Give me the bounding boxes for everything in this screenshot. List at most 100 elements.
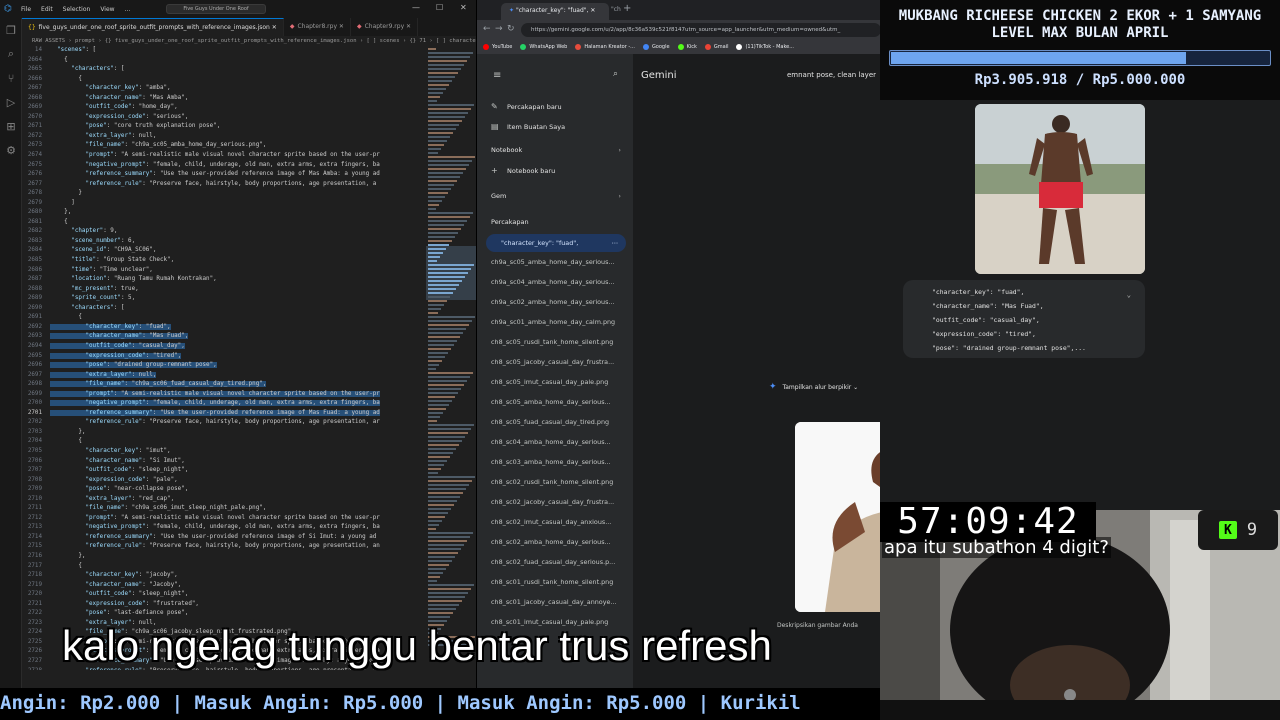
chat-history-item[interactable]: ch8_sc02_imut_casual_day_anxious... xyxy=(491,518,625,526)
bookmark-item[interactable]: Google xyxy=(642,44,670,50)
code-line[interactable]: 2682 "chapter": 9, xyxy=(22,227,426,237)
code-line[interactable]: 2681 { xyxy=(22,218,426,228)
notebook-section[interactable]: Notebook › xyxy=(491,146,621,154)
chat-history-item[interactable]: ch8_sc02_fuad_casual_day_serious.p... xyxy=(491,558,625,566)
code-line[interactable]: 2722 "pose": "last-defiance pose", xyxy=(22,609,426,619)
code-line[interactable]: 2709 "pose": "near-collapse pose", xyxy=(22,485,426,495)
tab-close-icon[interactable]: ✕ xyxy=(406,23,411,30)
code-editor[interactable]: 14 "scenes": [2664 {2665 "characters": [… xyxy=(22,46,426,670)
source-control-icon[interactable]: ⑂ xyxy=(0,66,22,90)
tab-json-file[interactable]: {} five_guys_under_one_roof_sprite_outfit… xyxy=(22,18,284,36)
browser-tab-2[interactable]: "ch xyxy=(611,6,621,13)
code-line[interactable]: 2683 "scene_number": 6, xyxy=(22,237,426,247)
chat-history-item[interactable]: ch9a_sc02_amba_home_day_serious... xyxy=(491,298,625,306)
maximize-icon[interactable]: ☐ xyxy=(436,3,443,12)
code-line[interactable]: 2674 "prompt": "A semi-realistic male vi… xyxy=(22,151,426,161)
code-line[interactable]: 2675 "negative_prompt": "female, child, … xyxy=(22,161,426,171)
code-line[interactable]: 2691 { xyxy=(22,313,426,323)
new-tab-button[interactable]: + xyxy=(623,3,631,14)
explorer-icon[interactable]: ❐ xyxy=(0,18,22,42)
forward-arrow-icon[interactable]: → xyxy=(495,24,503,34)
code-line[interactable]: 2693 "character_name": "Mas Fuad", xyxy=(22,332,426,342)
search-icon[interactable]: ⌕ xyxy=(613,69,618,79)
code-line[interactable]: 2667 "character_key": "amba", xyxy=(22,84,426,94)
chat-history-item[interactable]: ch8_sc02_jacoby_casual_day_frustra... xyxy=(491,498,625,506)
code-line[interactable]: 2676 "reference_summary": "Use the user-… xyxy=(22,170,426,180)
code-line[interactable]: 2694 "outfit_code": "casual_day", xyxy=(22,342,426,352)
more-options-icon[interactable]: ⋯ xyxy=(612,234,618,252)
code-line[interactable]: 2692 "character_key": "fuad", xyxy=(22,323,426,333)
new-notebook-button[interactable]: + Notebook baru xyxy=(491,166,555,175)
chat-history-item[interactable]: ch8_sc05_fuad_casual_day_tired.png xyxy=(491,418,625,426)
code-line[interactable]: 2717 { xyxy=(22,562,426,572)
code-line[interactable]: 2665 "characters": [ xyxy=(22,65,426,75)
code-line[interactable]: 2689 "sprite_count": 5, xyxy=(22,294,426,304)
code-line[interactable]: 2664 { xyxy=(22,56,426,66)
code-line[interactable]: 2701 "reference_summary": "Use the user-… xyxy=(22,409,426,419)
settings-gear-icon[interactable]: ⚙ xyxy=(0,138,22,162)
minimize-icon[interactable]: — xyxy=(412,3,420,12)
code-line[interactable]: 2714 "reference_summary": "Use the user-… xyxy=(22,533,426,543)
code-line[interactable]: 2673 "file_name": "ch9a_sc05_amba_home_d… xyxy=(22,141,426,151)
reload-icon[interactable]: ↻ xyxy=(507,24,515,34)
chat-history-item[interactable]: ch9a_sc05_amba_home_day_serious... xyxy=(491,258,625,266)
address-bar[interactable]: https://gemini.google.com/u/2/app/8c36a5… xyxy=(521,23,880,37)
code-line[interactable]: 2705 "character_key": "imut", xyxy=(22,447,426,457)
code-line[interactable]: 2671 "pose": "core truth explanation pos… xyxy=(22,122,426,132)
new-chat-button[interactable]: ✎ Percakapan baru xyxy=(491,102,562,111)
search-icon[interactable]: ⌕ xyxy=(0,42,22,66)
code-line[interactable]: 2696 "pose": "drained group-remnant pose… xyxy=(22,361,426,371)
code-line[interactable]: 2687 "location": "Ruang Tamu Rumah Kontr… xyxy=(22,275,426,285)
chat-history-item[interactable]: ch8_sc05_jacoby_casual_day_frustra... xyxy=(491,358,625,366)
menu-edit[interactable]: Edit xyxy=(36,6,58,13)
code-line[interactable]: 2704 { xyxy=(22,437,426,447)
chat-history-item[interactable]: ch9a_sc04_amba_home_day_serious... xyxy=(491,278,625,286)
menu-more[interactable]: ... xyxy=(120,6,136,13)
run-debug-icon[interactable]: ▷ xyxy=(0,90,22,114)
show-thinking-button[interactable]: ✦ Tampilkan alur berpikir ⌄ xyxy=(769,382,858,392)
code-line[interactable]: 2688 "mc_present": true, xyxy=(22,285,426,295)
generated-sprite-image[interactable] xyxy=(795,422,880,612)
code-line[interactable]: 2721 "expression_code": "frustrated", xyxy=(22,600,426,610)
chat-history-item[interactable]: ch8_sc05_rusdi_tank_home_silent.png xyxy=(491,338,625,346)
code-line[interactable]: 2712 "prompt": "A semi-realistic male vi… xyxy=(22,514,426,524)
chat-history-item[interactable]: ch8_sc04_amba_home_day_serious... xyxy=(491,438,625,446)
code-line[interactable]: 2695 "expression_code": "tired", xyxy=(22,352,426,362)
code-line[interactable]: 2698 "file_name": "ch9a_sc06_fuad_casual… xyxy=(22,380,426,390)
menu-file[interactable]: File xyxy=(16,6,36,13)
code-line[interactable]: 2713 "negative_prompt": "female, child, … xyxy=(22,523,426,533)
tab-close-icon[interactable]: ✕ xyxy=(272,24,277,31)
code-line[interactable]: 2707 "outfit_code": "sleep_night", xyxy=(22,466,426,476)
code-line[interactable]: 2718 "character_key": "jacoby", xyxy=(22,571,426,581)
user-message-bubble[interactable]: "character_key": "fuad", "character_name… xyxy=(903,280,1145,358)
code-line[interactable]: 2668 "character_name": "Mas Amba", xyxy=(22,94,426,104)
menu-view[interactable]: View xyxy=(95,6,119,13)
code-line[interactable]: 2708 "expression_code": "pale", xyxy=(22,476,426,486)
bookmark-item[interactable]: Kick xyxy=(677,44,697,50)
command-center[interactable]: Five Guys Under One Roof xyxy=(166,4,266,14)
user-reference-photo[interactable] xyxy=(975,104,1145,274)
bookmark-item[interactable]: YouTube xyxy=(483,44,512,50)
code-line[interactable]: 2716 }, xyxy=(22,552,426,562)
code-line[interactable]: 2686 "time": "Time unclear", xyxy=(22,266,426,276)
chat-history-item[interactable]: ch8_sc01_rusdi_tank_home_silent.png xyxy=(491,578,625,586)
chat-item-active[interactable]: "character_key": "fuad", ⋯ xyxy=(486,234,626,252)
tab-chapter8[interactable]: ◆ Chapter8.rpy ✕ xyxy=(284,18,351,36)
code-line[interactable]: 2699 "prompt": "A semi-realistic male vi… xyxy=(22,390,426,400)
extensions-icon[interactable]: ⊞ xyxy=(0,114,22,138)
chat-history-item[interactable]: ch8_sc02_amba_home_day_serious... xyxy=(491,538,625,546)
code-line[interactable]: 2669 "outfit_code": "home_day", xyxy=(22,103,426,113)
code-line[interactable]: 2679 ] xyxy=(22,199,426,209)
chat-history-item[interactable]: ch8_sc02_rusdi_tank_home_silent.png xyxy=(491,478,625,486)
bookmark-item[interactable]: (11)TikTok - Make... xyxy=(736,44,794,50)
chat-history-item[interactable]: ch8_sc03_amba_home_day_serious... xyxy=(491,458,625,466)
code-line[interactable]: 2719 "character_name": "Jacoby", xyxy=(22,581,426,591)
close-window-icon[interactable]: ✕ xyxy=(460,3,467,12)
chat-history-item[interactable]: ch8_sc01_jacoby_casual_day_annoye... xyxy=(491,598,625,606)
browser-tab-active[interactable]: ✦ "character_key": "fuad", ✕ xyxy=(501,3,609,20)
chat-history-item[interactable]: ch8_sc05_amba_home_day_serious... xyxy=(491,398,625,406)
code-line[interactable]: 2690 "characters": [ xyxy=(22,304,426,314)
code-line[interactable]: 2677 "reference_rule": "Preserve face, h… xyxy=(22,180,426,190)
chat-history-item[interactable]: ch8_sc05_imut_casual_day_pale.png xyxy=(491,378,625,386)
menu-selection[interactable]: Selection xyxy=(58,6,96,13)
